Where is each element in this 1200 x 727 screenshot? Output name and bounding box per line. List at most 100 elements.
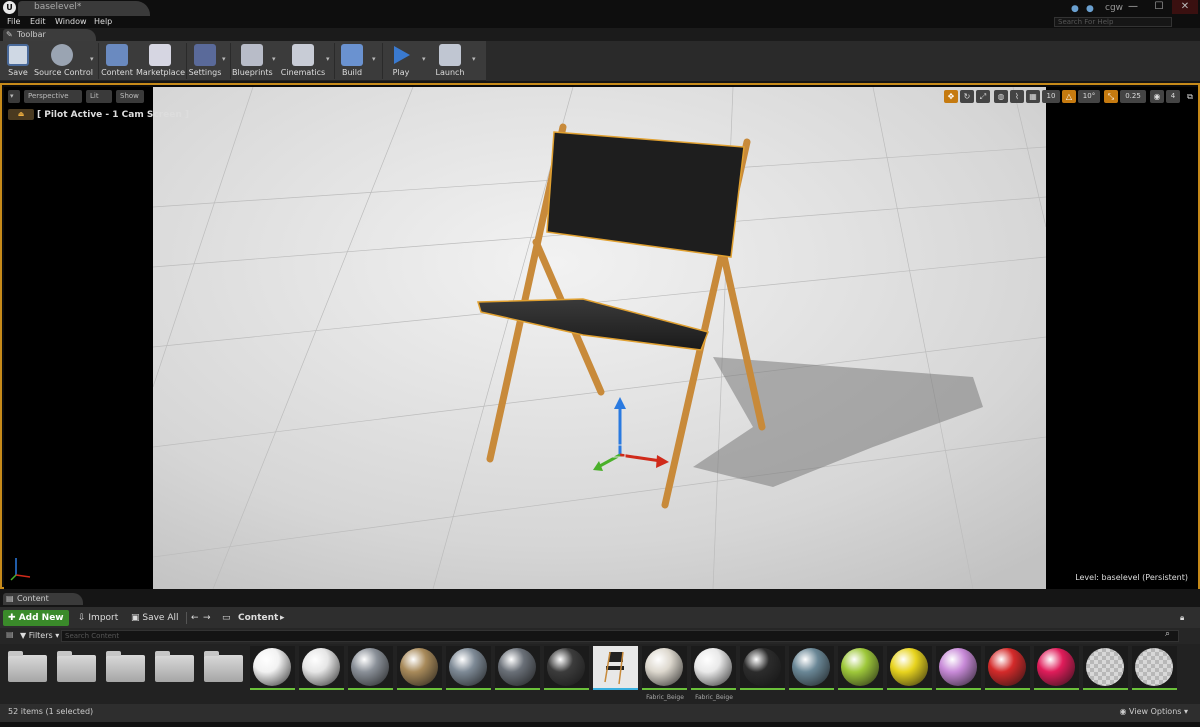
asset-thumbnail xyxy=(691,646,736,688)
grid-snap-icon[interactable]: ▦ xyxy=(1026,90,1040,103)
scale-snap-value[interactable]: 0.25 xyxy=(1120,90,1146,103)
play-button[interactable]: Play xyxy=(384,41,418,81)
viewport-menu-button[interactable]: ▾ xyxy=(8,90,20,103)
asset-tile[interactable] xyxy=(1132,646,1177,702)
viewport-scene[interactable] xyxy=(153,87,1046,589)
asset-thumbnail xyxy=(250,646,295,688)
asset-tile[interactable] xyxy=(985,646,1030,702)
menu-window[interactable]: Window xyxy=(55,16,87,28)
launch-button[interactable]: Launch xyxy=(432,41,468,81)
asset-tile[interactable]: Fabric_Beige xyxy=(642,646,687,702)
source-control-dropdown-icon[interactable]: ▾ xyxy=(90,55,94,63)
build-button[interactable]: Build xyxy=(336,41,368,81)
asset-tile[interactable] xyxy=(397,646,442,702)
grid-snap-value[interactable]: 10 xyxy=(1042,90,1060,103)
view-options-button[interactable]: ◉ View Options ▾ xyxy=(1120,707,1188,716)
build-dropdown-icon[interactable]: ▾ xyxy=(372,55,376,63)
search-content-input[interactable]: Search Content xyxy=(61,630,1179,642)
scene-render[interactable] xyxy=(153,87,1046,589)
history-forward-button[interactable]: → xyxy=(203,610,211,626)
document-tab[interactable]: baselevel* xyxy=(18,1,150,16)
folder-tile[interactable] xyxy=(54,646,99,702)
show-button[interactable]: Show xyxy=(116,90,144,103)
marketplace-button[interactable]: Marketplace xyxy=(136,41,185,81)
camera-speed-icon[interactable]: ◉ xyxy=(1150,90,1164,103)
material-sphere-icon xyxy=(253,648,291,686)
asset-tile[interactable] xyxy=(936,646,981,702)
path-arrow-icon[interactable]: ▸ xyxy=(280,610,285,626)
save-button[interactable]: Save xyxy=(2,41,34,81)
minimize-button[interactable]: — xyxy=(1120,0,1146,14)
source-control-button[interactable]: Source Control xyxy=(34,41,93,81)
rotation-snap-icon[interactable]: △ xyxy=(1062,90,1076,103)
content-button[interactable]: Content xyxy=(100,41,134,81)
history-back-button[interactable]: ← xyxy=(191,610,199,626)
path-content-crumb[interactable]: Content xyxy=(238,610,278,626)
rotate-mode-icon[interactable]: ↻ xyxy=(960,90,974,103)
asset-tile[interactable] xyxy=(838,646,883,702)
menu-edit[interactable]: Edit xyxy=(30,16,46,28)
world-local-icon[interactable]: ◍ xyxy=(994,90,1008,103)
cinematics-button[interactable]: Cinematics xyxy=(280,41,326,81)
eject-pilot-button[interactable]: ⏏ xyxy=(8,109,34,120)
cinematics-dropdown-icon[interactable]: ▾ xyxy=(326,55,330,63)
asset-tile[interactable] xyxy=(348,646,393,702)
settings-button[interactable]: Settings xyxy=(188,41,222,81)
scale-snap-icon[interactable]: ⤡ xyxy=(1104,90,1118,103)
asset-type-bar xyxy=(887,688,932,690)
content-browser-tab[interactable]: ▤ Content Browser xyxy=(3,593,83,615)
blueprints-dropdown-icon[interactable]: ▾ xyxy=(272,55,276,63)
asset-tile[interactable]: Fabric_Beige xyxy=(691,646,736,702)
lit-mode-button[interactable]: Lit xyxy=(86,90,112,103)
asset-tile[interactable] xyxy=(1034,646,1079,702)
camera-speed-value[interactable]: 4 xyxy=(1166,90,1180,103)
source-control-status-icon[interactable]: ● xyxy=(1086,4,1094,14)
add-new-button[interactable]: ✚ Add New ▾ xyxy=(3,610,69,639)
folder-tile[interactable] xyxy=(5,646,50,702)
lock-icon[interactable]: 🔒︎ xyxy=(1180,610,1184,626)
asset-type-bar xyxy=(495,688,540,690)
folder-tile[interactable] xyxy=(152,646,197,702)
asset-tile[interactable] xyxy=(1083,646,1128,702)
toolbar-separator xyxy=(334,43,335,79)
material-sphere-icon xyxy=(988,648,1026,686)
current-level-label: Level: baselevel (Persistent) xyxy=(1075,573,1188,582)
save-all-button[interactable]: ▣ Save All xyxy=(131,610,179,626)
menu-help[interactable]: Help xyxy=(94,16,112,28)
asset-tile[interactable] xyxy=(544,646,589,702)
asset-tile[interactable] xyxy=(299,646,344,702)
perspective-button[interactable]: Perspective xyxy=(24,90,82,103)
surface-snap-icon[interactable]: ⌇ xyxy=(1010,90,1024,103)
close-button[interactable]: ✕ xyxy=(1172,0,1198,14)
asset-tile[interactable] xyxy=(789,646,834,702)
folder-tile[interactable] xyxy=(201,646,246,702)
asset-tile[interactable] xyxy=(250,646,295,702)
search-icon[interactable]: ⌕ xyxy=(1165,629,1170,639)
scale-mode-icon[interactable]: ⤢ xyxy=(976,90,990,103)
asset-tile[interactable] xyxy=(495,646,540,702)
maximize-viewport-icon[interactable]: ⧉ xyxy=(1183,90,1197,103)
maximize-button[interactable]: ☐ xyxy=(1146,0,1172,14)
asset-tile[interactable] xyxy=(593,646,638,702)
material-sphere-icon xyxy=(890,648,928,686)
notification-icon[interactable]: ● xyxy=(1071,4,1079,14)
blueprints-button[interactable]: Blueprints xyxy=(232,41,273,81)
asset-tile[interactable] xyxy=(887,646,932,702)
level-viewport[interactable]: ▾ Perspective Lit Show ✥ ↻ ⤢ ◍ ⌇ ▦ 10 △ … xyxy=(0,83,1200,589)
pilot-active-label: [ Pilot Active - 1 Cam Screen ] xyxy=(37,110,189,120)
filters-button[interactable]: ▼ Filters ▾ xyxy=(20,630,59,642)
rotation-snap-value[interactable]: 10° xyxy=(1078,90,1100,103)
help-search-input[interactable]: Search For Help xyxy=(1054,17,1172,27)
translate-mode-icon[interactable]: ✥ xyxy=(944,90,958,103)
asset-tile[interactable] xyxy=(446,646,491,702)
toolbar-tab[interactable]: ✎ Toolbar xyxy=(3,29,96,41)
sources-panel-icon[interactable]: ▤ xyxy=(6,630,14,639)
menu-file[interactable]: File xyxy=(7,16,20,28)
folder-tile[interactable] xyxy=(103,646,148,702)
material-sphere-icon xyxy=(792,648,830,686)
play-dropdown-icon[interactable]: ▾ xyxy=(422,55,426,63)
settings-dropdown-icon[interactable]: ▾ xyxy=(222,55,226,63)
launch-dropdown-icon[interactable]: ▾ xyxy=(472,55,476,63)
asset-tile[interactable] xyxy=(740,646,785,702)
import-button[interactable]: ⇩ Import xyxy=(78,610,118,626)
